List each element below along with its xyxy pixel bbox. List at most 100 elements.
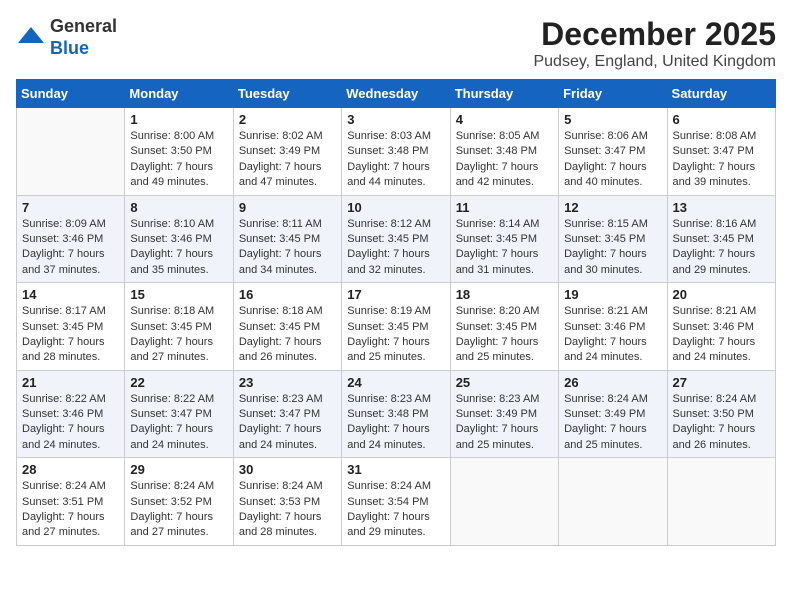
cell-info: Sunrise: 8:23 AM Sunset: 3:49 PM Dayligh… [456,392,553,454]
cell-info: Sunrise: 8:18 AM Sunset: 3:45 PM Dayligh… [239,304,336,366]
day-number: 30 [239,462,336,477]
cell-info: Sunrise: 8:24 AM Sunset: 3:50 PM Dayligh… [673,392,770,454]
day-number: 4 [456,112,553,127]
calendar-cell: 30 Sunrise: 8:24 AM Sunset: 3:53 PM Dayli… [233,458,341,546]
logo: General Blue [16,16,117,59]
calendar-cell: 24 Sunrise: 8:23 AM Sunset: 3:48 PM Dayli… [342,370,450,458]
day-number: 18 [456,287,553,302]
day-number: 24 [347,375,444,390]
cell-info: Sunrise: 8:22 AM Sunset: 3:47 PM Dayligh… [130,392,227,454]
day-number: 28 [22,462,119,477]
cell-info: Sunrise: 8:24 AM Sunset: 3:49 PM Dayligh… [564,392,661,454]
day-number: 13 [673,200,770,215]
cell-info: Sunrise: 8:02 AM Sunset: 3:49 PM Dayligh… [239,129,336,191]
logo-text: General Blue [50,16,117,59]
calendar-cell: 2 Sunrise: 8:02 AM Sunset: 3:49 PM Daylig… [233,108,341,196]
cell-info: Sunrise: 8:14 AM Sunset: 3:45 PM Dayligh… [456,217,553,279]
cell-info: Sunrise: 8:08 AM Sunset: 3:47 PM Dayligh… [673,129,770,191]
calendar-cell: 12Sunrise: 8:15 AM Sunset: 3:45 PM Dayli… [559,195,667,283]
calendar-cell: 17Sunrise: 8:19 AM Sunset: 3:45 PM Dayli… [342,283,450,371]
calendar-cell: 11Sunrise: 8:14 AM Sunset: 3:45 PM Dayli… [450,195,558,283]
calendar-week-row: 7 Sunrise: 8:09 AM Sunset: 3:46 PM Daylig… [17,195,776,283]
cell-info: Sunrise: 8:24 AM Sunset: 3:52 PM Dayligh… [130,479,227,541]
calendar-cell [667,458,775,546]
day-number: 14 [22,287,119,302]
cell-info: Sunrise: 8:10 AM Sunset: 3:46 PM Dayligh… [130,217,227,279]
header-day: Wednesday [342,80,450,108]
day-number: 21 [22,375,119,390]
cell-info: Sunrise: 8:21 AM Sunset: 3:46 PM Dayligh… [564,304,661,366]
calendar-week-row: 21Sunrise: 8:22 AM Sunset: 3:46 PM Dayli… [17,370,776,458]
cell-info: Sunrise: 8:11 AM Sunset: 3:45 PM Dayligh… [239,217,336,279]
cell-info: Sunrise: 8:24 AM Sunset: 3:53 PM Dayligh… [239,479,336,541]
calendar-cell: 23 Sunrise: 8:23 AM Sunset: 3:47 PM Dayli… [233,370,341,458]
day-number: 9 [239,200,336,215]
calendar-cell: 22 Sunrise: 8:22 AM Sunset: 3:47 PM Dayli… [125,370,233,458]
calendar-cell: 4 Sunrise: 8:05 AM Sunset: 3:48 PM Daylig… [450,108,558,196]
cell-info: Sunrise: 8:24 AM Sunset: 3:54 PM Dayligh… [347,479,444,541]
calendar-cell: 9 Sunrise: 8:11 AM Sunset: 3:45 PM Daylig… [233,195,341,283]
calendar-cell: 16Sunrise: 8:18 AM Sunset: 3:45 PM Dayli… [233,283,341,371]
cell-info: Sunrise: 8:17 AM Sunset: 3:45 PM Dayligh… [22,304,119,366]
calendar-week-row: 28 Sunrise: 8:24 AM Sunset: 3:51 PM Dayli… [17,458,776,546]
header-row: SundayMondayTuesdayWednesdayThursdayFrid… [17,80,776,108]
cell-info: Sunrise: 8:00 AM Sunset: 3:50 PM Dayligh… [130,129,227,191]
calendar-cell: 10Sunrise: 8:12 AM Sunset: 3:45 PM Dayli… [342,195,450,283]
cell-info: Sunrise: 8:03 AM Sunset: 3:48 PM Dayligh… [347,129,444,191]
month-title: December 2025 [533,16,776,53]
calendar-cell: 6 Sunrise: 8:08 AM Sunset: 3:47 PM Daylig… [667,108,775,196]
calendar-cell [17,108,125,196]
header-day: Tuesday [233,80,341,108]
calendar-cell: 21Sunrise: 8:22 AM Sunset: 3:46 PM Dayli… [17,370,125,458]
cell-info: Sunrise: 8:24 AM Sunset: 3:51 PM Dayligh… [22,479,119,541]
calendar-table: SundayMondayTuesdayWednesdayThursdayFrid… [16,79,776,546]
cell-info: Sunrise: 8:05 AM Sunset: 3:48 PM Dayligh… [456,129,553,191]
calendar-cell: 13Sunrise: 8:16 AM Sunset: 3:45 PM Dayli… [667,195,775,283]
day-number: 12 [564,200,661,215]
day-number: 2 [239,112,336,127]
cell-info: Sunrise: 8:21 AM Sunset: 3:46 PM Dayligh… [673,304,770,366]
day-number: 15 [130,287,227,302]
header-day: Sunday [17,80,125,108]
day-number: 6 [673,112,770,127]
calendar-cell: 26Sunrise: 8:24 AM Sunset: 3:49 PM Dayli… [559,370,667,458]
day-number: 7 [22,200,119,215]
day-number: 23 [239,375,336,390]
header-day: Monday [125,80,233,108]
calendar-cell: 1Sunrise: 8:00 AM Sunset: 3:50 PM Daylig… [125,108,233,196]
title-block: December 2025 Pudsey, England, United Ki… [533,16,776,71]
cell-info: Sunrise: 8:18 AM Sunset: 3:45 PM Dayligh… [130,304,227,366]
calendar-cell: 5Sunrise: 8:06 AM Sunset: 3:47 PM Daylig… [559,108,667,196]
day-number: 8 [130,200,227,215]
calendar-cell [450,458,558,546]
calendar-week-row: 14 Sunrise: 8:17 AM Sunset: 3:45 PM Dayli… [17,283,776,371]
calendar-cell: 15 Sunrise: 8:18 AM Sunset: 3:45 PM Dayli… [125,283,233,371]
cell-info: Sunrise: 8:20 AM Sunset: 3:45 PM Dayligh… [456,304,553,366]
calendar-cell: 18 Sunrise: 8:20 AM Sunset: 3:45 PM Dayli… [450,283,558,371]
calendar-cell: 20 Sunrise: 8:21 AM Sunset: 3:46 PM Dayli… [667,283,775,371]
day-number: 27 [673,375,770,390]
page-header: General Blue December 2025 Pudsey, Engla… [16,16,776,71]
calendar-cell: 27 Sunrise: 8:24 AM Sunset: 3:50 PM Dayli… [667,370,775,458]
cell-info: Sunrise: 8:23 AM Sunset: 3:48 PM Dayligh… [347,392,444,454]
day-number: 3 [347,112,444,127]
day-number: 31 [347,462,444,477]
header-day: Saturday [667,80,775,108]
calendar-cell [559,458,667,546]
calendar-week-row: 1Sunrise: 8:00 AM Sunset: 3:50 PM Daylig… [17,108,776,196]
day-number: 20 [673,287,770,302]
day-number: 25 [456,375,553,390]
cell-info: Sunrise: 8:23 AM Sunset: 3:47 PM Dayligh… [239,392,336,454]
calendar-cell: 19 Sunrise: 8:21 AM Sunset: 3:46 PM Dayli… [559,283,667,371]
calendar-cell: 3 Sunrise: 8:03 AM Sunset: 3:48 PM Daylig… [342,108,450,196]
day-number: 19 [564,287,661,302]
day-number: 10 [347,200,444,215]
day-number: 22 [130,375,227,390]
calendar-cell: 8 Sunrise: 8:10 AM Sunset: 3:46 PM Daylig… [125,195,233,283]
calendar-cell: 29 Sunrise: 8:24 AM Sunset: 3:52 PM Dayli… [125,458,233,546]
day-number: 29 [130,462,227,477]
cell-info: Sunrise: 8:09 AM Sunset: 3:46 PM Dayligh… [22,217,119,279]
logo-blue: Blue [50,38,89,58]
logo-icon [16,23,46,53]
calendar-cell: 7 Sunrise: 8:09 AM Sunset: 3:46 PM Daylig… [17,195,125,283]
